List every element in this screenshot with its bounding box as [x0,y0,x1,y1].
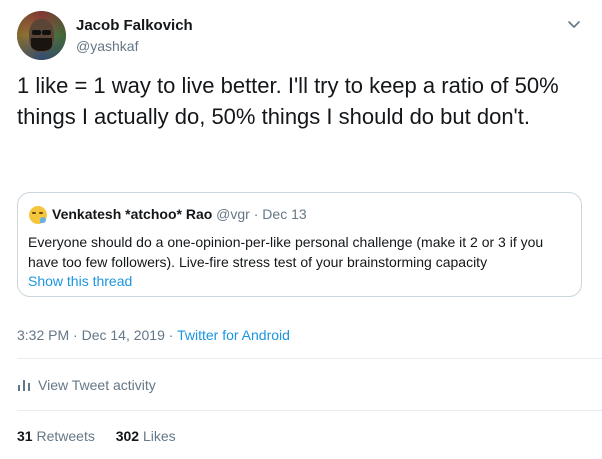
retweets-label: Retweets [36,428,95,444]
quoted-tweet-text: Everyone should do a one-opinion-per-lik… [28,234,544,270]
tweet-text: 1 like = 1 way to live better. I'll try … [17,73,559,129]
likes-stat[interactable]: 302 Likes [116,428,176,444]
quoted-author-name: Venkatesh *atchoo* Rao [52,206,213,222]
tweet-meta: 3:32 PM · Dec 14, 2019 · Twitter for And… [17,327,290,343]
chevron-down-icon[interactable] [566,17,582,31]
meta-separator: · [168,327,174,343]
show-thread-link[interactable]: Show this thread [28,273,132,289]
divider [17,358,602,359]
likes-count: 302 [115,428,140,444]
avatar[interactable] [17,11,66,60]
tweet-date[interactable]: Dec 14, 2019 [82,327,165,343]
quoted-author-handle: @vgr [216,206,250,222]
quoted-tweet-header: Venkatesh *atchoo* Rao @vgr · Dec 13 [52,206,307,222]
divider [17,410,602,411]
quoted-tweet[interactable]: Venkatesh *atchoo* Rao @vgr · Dec 13 Eve… [17,192,582,297]
view-tweet-activity-link[interactable]: View Tweet activity [17,377,156,393]
retweets-count: 31 [17,428,33,444]
quoted-date: Dec 13 [262,206,307,222]
retweets-stat[interactable]: 31 Retweets [17,428,95,444]
author-name[interactable]: Jacob Falkovich [76,17,193,34]
tweet-source-link[interactable]: Twitter for Android [177,327,290,343]
tweet-stats: 31 Retweets 302 Likes [17,428,176,444]
tweet: Jacob Falkovich @yashkaf 1 like = 1 way … [0,0,602,459]
quoted-separator: · [253,206,259,222]
meta-separator: · [73,327,78,343]
sneezing-face-icon [29,206,47,224]
bar-chart-icon [17,378,31,391]
view-tweet-activity-label: View Tweet activity [38,377,156,393]
likes-label: Likes [142,428,176,444]
tweet-time[interactable]: 3:32 PM [17,327,69,343]
author-handle[interactable]: @yashkaf [76,38,138,54]
